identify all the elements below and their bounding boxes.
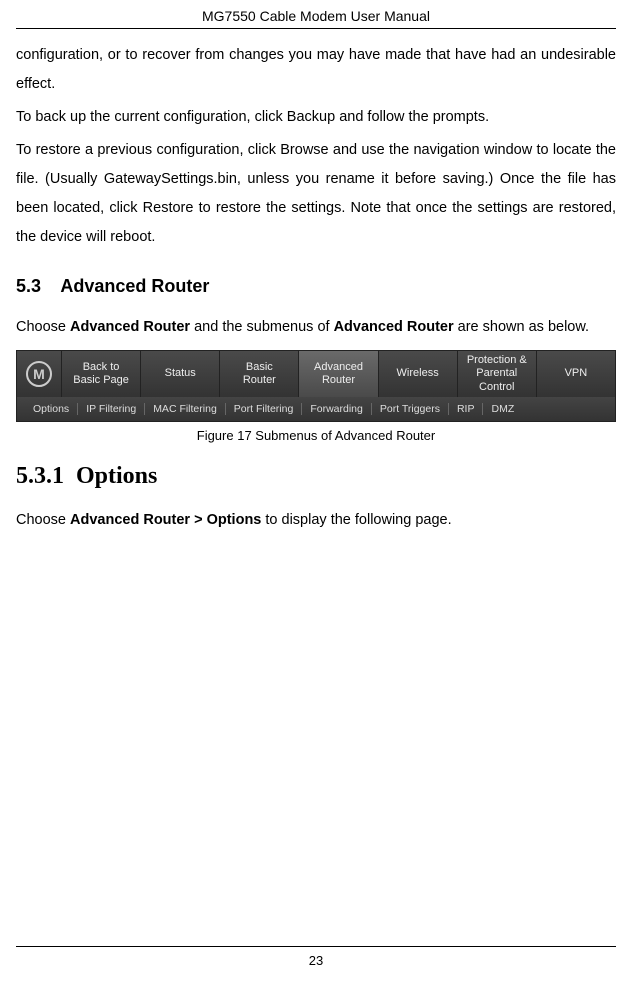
sub-link-ip-filtering[interactable]: IP Filtering <box>78 403 145 415</box>
subsection-text: Choose Advanced Router > Options to disp… <box>16 506 616 535</box>
nav-label: Status <box>165 367 196 380</box>
subsection-number: 5.3.1 <box>16 463 64 489</box>
motorola-logo-icon: M <box>26 361 52 387</box>
nav-item-back-to-basic[interactable]: Back toBasic Page <box>61 351 140 397</box>
subsection-heading: 5.3.1 Options <box>16 463 616 490</box>
section-title: Advanced Router <box>60 276 209 296</box>
section-heading: 5.3 Advanced Router <box>16 276 616 297</box>
nav-item-protection[interactable]: Protection &Parental Control <box>457 351 536 397</box>
nav-label: Protection &Parental Control <box>462 354 532 394</box>
logo-cell: M <box>17 351 61 397</box>
figure-caption: Figure 17 Submenus of Advanced Router <box>16 428 616 443</box>
paragraph-1: configuration, or to recover from change… <box>16 41 616 99</box>
section-number: 5.3 <box>16 276 41 296</box>
sub-link-forwarding[interactable]: Forwarding <box>302 403 372 415</box>
sub-link-rip[interactable]: RIP <box>449 403 484 415</box>
sub-link-port-triggers[interactable]: Port Triggers <box>372 403 449 415</box>
sub-text-bold: Advanced Router > Options <box>70 512 261 528</box>
nav-label: AdvancedRouter <box>314 361 363 387</box>
nav-item-wireless[interactable]: Wireless <box>378 351 457 397</box>
page-number: 23 <box>16 946 616 968</box>
sub-text-post: to display the following page. <box>261 512 451 528</box>
nav-item-advanced-router[interactable]: AdvancedRouter <box>298 351 377 397</box>
sub-link-dmz[interactable]: DMZ <box>483 403 522 415</box>
intro-mid: and the submenus of <box>190 319 334 335</box>
intro-bold-2: Advanced Router <box>334 319 454 335</box>
nav-item-vpn[interactable]: VPN <box>536 351 615 397</box>
intro-post: are shown as below. <box>454 319 589 335</box>
sub-link-options[interactable]: Options <box>25 403 78 415</box>
nav-sub-row: Options IP Filtering MAC Filtering Port … <box>17 397 615 421</box>
nav-screenshot: M Back toBasic Page Status BasicRouter A… <box>16 350 616 422</box>
nav-item-status[interactable]: Status <box>140 351 219 397</box>
page-header: MG7550 Cable Modem User Manual <box>16 8 616 29</box>
section-intro: Choose Advanced Router and the submenus … <box>16 313 616 342</box>
sub-link-mac-filtering[interactable]: MAC Filtering <box>145 403 226 415</box>
sub-link-port-filtering[interactable]: Port Filtering <box>226 403 303 415</box>
nav-item-basic-router[interactable]: BasicRouter <box>219 351 298 397</box>
nav-label: VPN <box>565 367 588 380</box>
nav-label: BasicRouter <box>243 361 276 387</box>
nav-label: Wireless <box>397 367 439 380</box>
paragraph-3: To restore a previous configuration, cli… <box>16 136 616 252</box>
figure-container: M Back toBasic Page Status BasicRouter A… <box>16 350 616 443</box>
sub-text-pre: Choose <box>16 512 70 528</box>
paragraph-2: To back up the current configuration, cl… <box>16 103 616 132</box>
subsection-title: Options <box>76 463 157 489</box>
intro-pre: Choose <box>16 319 70 335</box>
nav-label: Back toBasic Page <box>73 361 129 387</box>
header-title: MG7550 Cable Modem User Manual <box>202 8 430 24</box>
nav-top-row: M Back toBasic Page Status BasicRouter A… <box>17 351 615 397</box>
intro-bold-1: Advanced Router <box>70 319 190 335</box>
